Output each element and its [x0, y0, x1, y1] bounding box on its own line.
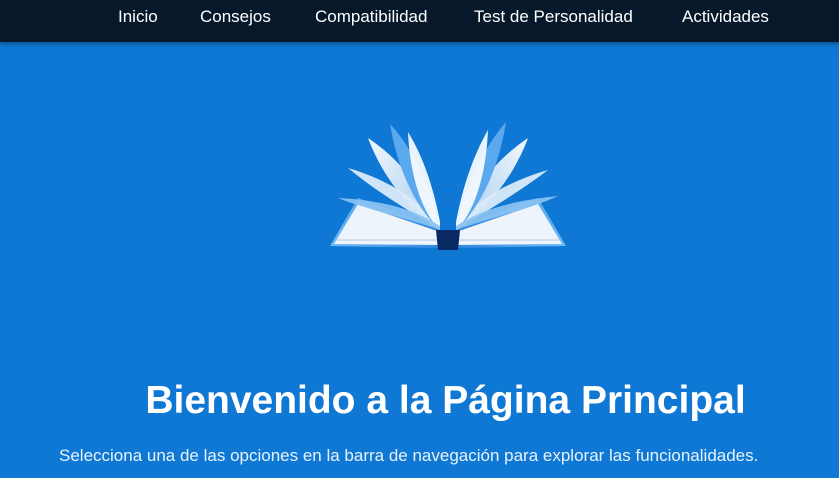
- page-subtitle: Selecciona una de las opciones en la bar…: [59, 446, 759, 465]
- open-book-icon: [328, 118, 568, 254]
- nav-item-actividades[interactable]: Actividades: [682, 7, 769, 27]
- top-navbar: Inicio Consejos Compatibilidad Test de P…: [0, 0, 839, 42]
- nav-item-test-de-personalidad[interactable]: Test de Personalidad: [474, 7, 633, 27]
- nav-item-consejos[interactable]: Consejos: [200, 7, 271, 27]
- nav-item-inicio[interactable]: Inicio: [118, 7, 158, 27]
- page-title: Bienvenido a la Página Principal: [145, 379, 746, 422]
- nav-item-compatibilidad[interactable]: Compatibilidad: [315, 7, 427, 27]
